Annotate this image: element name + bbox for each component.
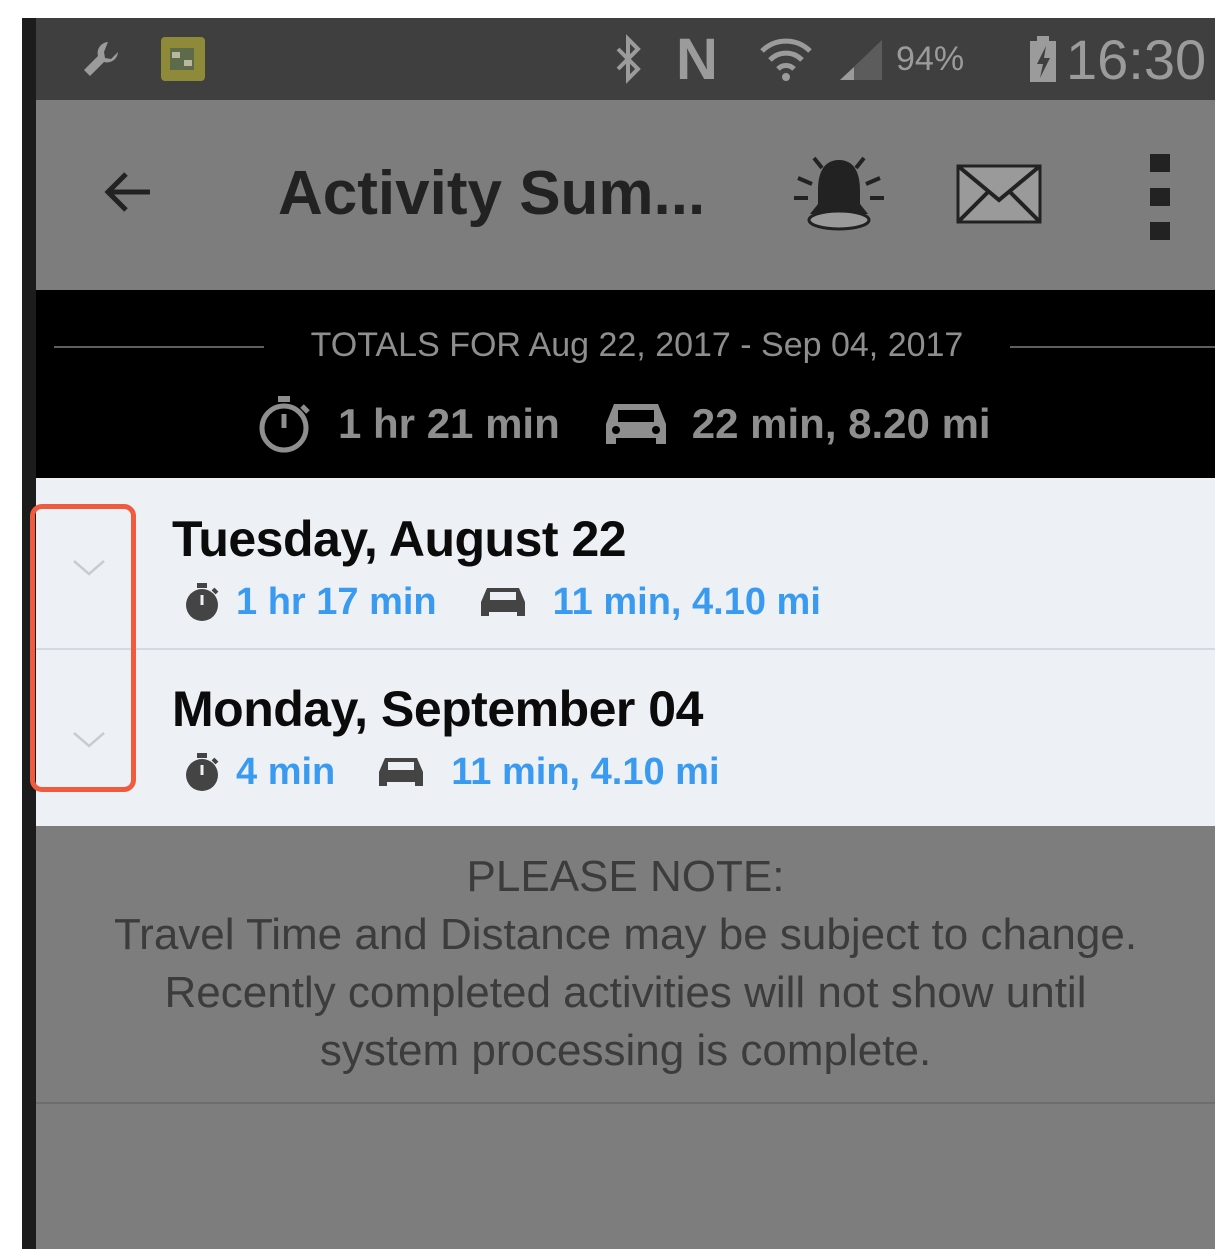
note-section: PLEASE NOTE: Travel Time and Distance ma… [36, 826, 1215, 1249]
note-heading: PLEASE NOTE: [466, 852, 785, 901]
expand-toggles-highlight [30, 504, 136, 792]
mail-icon[interactable] [956, 162, 1042, 231]
note-line: Travel Time and Distance may be subject … [113, 910, 1138, 959]
battery-charging-icon [1028, 18, 1058, 100]
app-bar: Activity Sum... [36, 100, 1215, 290]
bluetooth-icon [608, 18, 648, 100]
stopwatch-icon [252, 392, 316, 456]
more-vert-icon[interactable] [1148, 152, 1172, 247]
car-icon [477, 582, 529, 622]
day-time: 1 hr 17 min [236, 580, 437, 623]
list-item[interactable]: Monday, September 04 4 min 11 min, 4.10 … [36, 650, 1215, 824]
wrench-icon [78, 18, 124, 100]
day-travel: 11 min, 4.10 mi [552, 580, 821, 623]
day-list: Tuesday, August 22 1 hr 17 min 11 min, 4… [36, 478, 1215, 826]
totals-summary: 1 hr 21 min 22 min, 8.20 mi [252, 392, 991, 456]
day-travel: 11 min, 4.10 mi [451, 750, 720, 793]
nfc-icon: N [676, 26, 718, 92]
divider-left [54, 346, 264, 348]
list-item[interactable]: Tuesday, August 22 1 hr 17 min 11 min, 4… [36, 478, 1215, 650]
totals-header: TOTALS FOR Aug 22, 2017 - Sep 04, 2017 1… [36, 290, 1215, 478]
battery-percent: 94% [896, 39, 965, 78]
day-title: Monday, September 04 [172, 681, 703, 737]
day-title: Tuesday, August 22 [172, 511, 627, 567]
status-time: 16:30 [1066, 27, 1207, 91]
note-line: system processing is complete. [319, 1026, 932, 1075]
signal-icon [836, 18, 886, 100]
back-arrow-icon[interactable] [96, 160, 160, 229]
divider-right [1010, 346, 1215, 348]
status-bar: N 94% 16:30 [36, 18, 1215, 100]
stopwatch-icon [180, 750, 224, 794]
totals-time: 1 hr 21 min [338, 400, 560, 447]
totals-travel: 22 min, 8.20 mi [691, 400, 991, 447]
page-title: Activity Sum... [278, 159, 706, 228]
car-icon [375, 752, 427, 792]
app-notification-icon [158, 18, 208, 100]
wifi-icon [758, 18, 814, 100]
day-time: 4 min [236, 750, 336, 793]
day-stats: 4 min 11 min, 4.10 mi [180, 750, 720, 794]
divider [36, 1102, 1215, 1104]
day-stats: 1 hr 17 min 11 min, 4.10 mi [180, 580, 821, 624]
car-icon [600, 396, 672, 452]
note-line: Recently completed activities will not s… [164, 968, 1087, 1017]
alarm-bell-icon[interactable] [784, 144, 894, 249]
stopwatch-icon [180, 580, 224, 624]
totals-date-range: TOTALS FOR Aug 22, 2017 - Sep 04, 2017 [310, 326, 964, 364]
